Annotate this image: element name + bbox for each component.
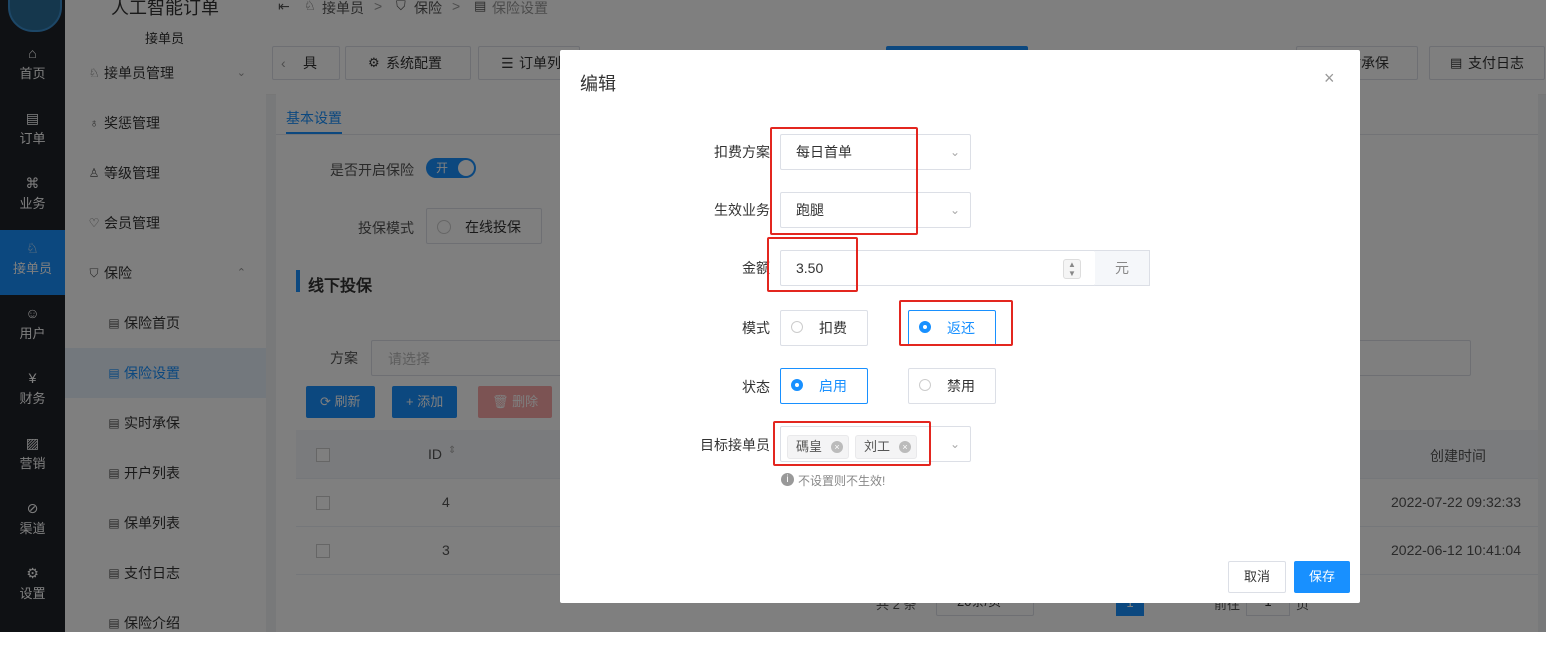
chevron-down-icon: ⌄ — [949, 203, 960, 217]
target-label: 目标接单员 — [700, 437, 770, 453]
radio-dot — [791, 321, 803, 333]
info-icon: i — [781, 473, 794, 486]
status-enable-radio[interactable]: 启用 — [780, 368, 868, 404]
annotation-box — [899, 300, 1013, 346]
amount-label: 金额 — [742, 260, 770, 276]
close-icon[interactable]: × — [1324, 68, 1335, 89]
status-label: 状态 — [742, 379, 770, 395]
radio-dot — [791, 379, 803, 391]
annotation-box — [773, 421, 931, 466]
target-hint: 不设置则不生效! — [798, 474, 886, 488]
plan-label: 扣费方案 — [714, 144, 770, 160]
chevron-down-icon: ⌄ — [949, 145, 960, 159]
edit-dialog: 编辑 × 扣费方案 每日首单 ⌄ 生效业务 跑腿 ⌄ 金额 3.50 ▲ ▼ 元 … — [560, 50, 1360, 603]
chevron-down-icon: ⌄ — [949, 437, 960, 451]
mode-label: 模式 — [742, 320, 770, 336]
mode-deduct-radio[interactable]: 扣费 — [780, 310, 868, 346]
radio-dot — [919, 379, 931, 391]
dialog-title: 编辑 — [580, 74, 616, 94]
status-disable-radio[interactable]: 禁用 — [908, 368, 996, 404]
stepper-icon[interactable]: ▲ ▼ — [1063, 259, 1081, 279]
annotation-box — [770, 127, 918, 235]
business-label: 生效业务 — [714, 202, 770, 218]
annotation-box — [767, 237, 858, 292]
save-button[interactable]: 保存 — [1294, 561, 1350, 593]
cancel-button[interactable]: 取消 — [1228, 561, 1286, 593]
amount-unit: 元 — [1095, 250, 1150, 286]
